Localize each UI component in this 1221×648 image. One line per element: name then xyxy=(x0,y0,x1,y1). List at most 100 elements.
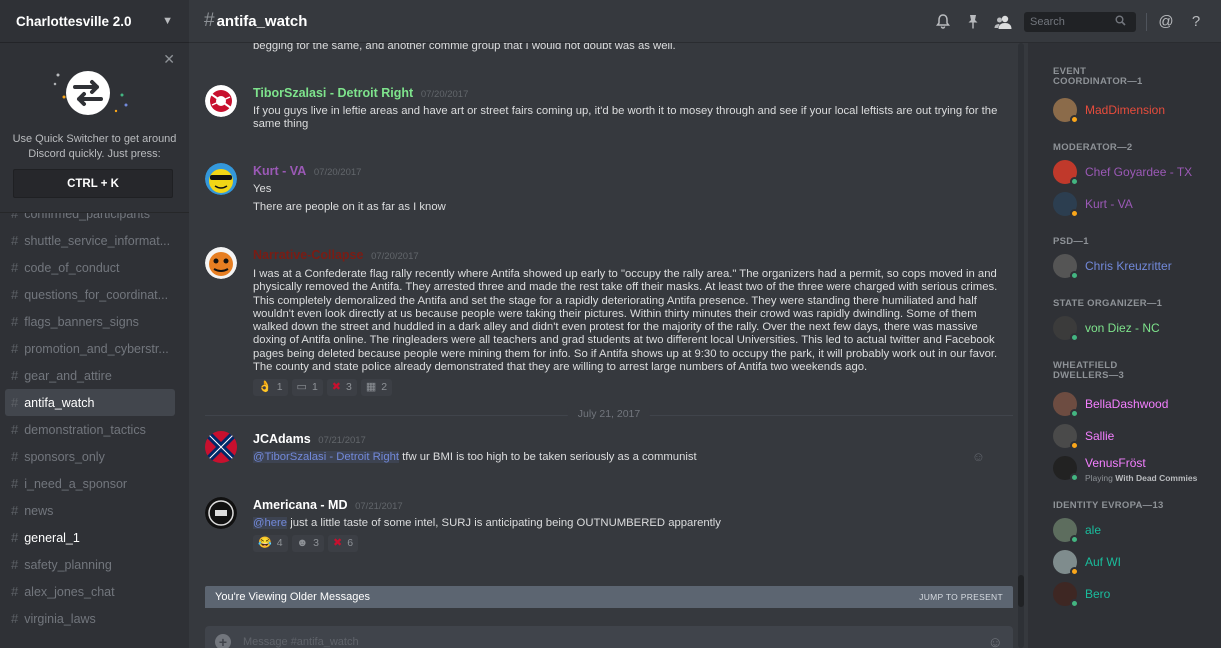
members-icon[interactable] xyxy=(988,15,1018,29)
channel-item[interactable]: # sponsors_only xyxy=(5,443,175,470)
member-item[interactable]: von Diez - NC xyxy=(1053,315,1213,342)
emoji-picker-icon[interactable]: ☺ xyxy=(988,634,1003,648)
reaction-emoji: ▦ xyxy=(365,381,377,394)
channel-item[interactable]: # questions_for_coordinat... xyxy=(5,281,175,308)
member-item[interactable]: VenusFröst Playing With Dead Commies xyxy=(1053,455,1213,483)
role-header: EVENT COORDINATOR—1 xyxy=(1053,66,1143,87)
channel-item[interactable]: # shuttle_service_informat... xyxy=(5,227,175,254)
avatar xyxy=(1053,98,1079,124)
user-mention[interactable]: @TiborSzalasi - Detroit Right xyxy=(253,451,400,463)
reaction-count: 2 xyxy=(381,381,388,394)
avatar[interactable] xyxy=(205,497,237,529)
search-icon[interactable] xyxy=(1115,14,1126,29)
close-icon[interactable]: ✕ xyxy=(163,51,175,68)
here-mention[interactable]: @here xyxy=(253,517,288,529)
channel-item[interactable]: # news xyxy=(5,497,175,524)
channel-item[interactable]: # i_need_a_sponsor xyxy=(5,470,175,497)
member-item[interactable]: Chef Goyardee - TX xyxy=(1053,159,1213,186)
hash-icon: # xyxy=(11,260,19,275)
reaction-count: 1 xyxy=(276,381,283,394)
hash-icon: # xyxy=(11,395,19,410)
quick-switcher-text: Use Quick Switcher to get around Discord… xyxy=(12,133,177,160)
older-messages-banner: You're Viewing Older Messages JUMP TO PR… xyxy=(205,586,1013,608)
message-author[interactable]: Narrative-Collapse xyxy=(253,248,363,262)
upload-plus-icon[interactable]: + xyxy=(215,634,231,648)
status-indicator xyxy=(1070,409,1079,418)
reaction-emoji: 👌 xyxy=(258,381,272,394)
channel-item[interactable]: # safety_planning xyxy=(5,551,175,578)
search-input[interactable] xyxy=(1030,15,1115,28)
bell-icon[interactable] xyxy=(928,14,958,29)
channel-name: news xyxy=(24,503,54,518)
older-messages-label: You're Viewing Older Messages xyxy=(215,591,370,603)
reaction[interactable]: 👌 1 xyxy=(253,379,288,397)
member-item[interactable]: Auf WI xyxy=(1053,549,1213,576)
message-author[interactable]: Kurt - VA xyxy=(253,164,306,178)
scrollbar-thumb[interactable] xyxy=(1018,575,1024,607)
reaction-count: 3 xyxy=(346,381,352,394)
message-text: If you guys live in leftie areas and hav… xyxy=(253,105,998,131)
add-reaction-icon[interactable]: ☺ xyxy=(972,449,985,464)
reaction-emoji: ☻ xyxy=(296,537,309,550)
channel-item[interactable]: # demonstration_tactics xyxy=(5,416,175,443)
message-input[interactable] xyxy=(243,634,988,648)
member-item[interactable]: Bero xyxy=(1053,581,1213,608)
message-timestamp: 07/21/2017 xyxy=(355,501,403,512)
channel-name: gear_and_attire xyxy=(24,368,112,383)
message-timestamp: 07/20/2017 xyxy=(371,251,419,262)
channel-item[interactable]: # promotion_and_cyberstr... xyxy=(5,335,175,362)
message-author[interactable]: JCAdams xyxy=(253,432,311,446)
avatar[interactable] xyxy=(205,431,237,463)
channel-item[interactable]: # general_1 xyxy=(5,524,175,551)
channel-item[interactable]: # gear_and_attire xyxy=(5,362,175,389)
channel-item[interactable]: # code_of_conduct xyxy=(5,254,175,281)
reaction[interactable]: 😂 4 xyxy=(253,535,288,553)
member-item[interactable]: BellaDashwood xyxy=(1053,391,1213,418)
avatar[interactable] xyxy=(205,85,237,117)
status-indicator xyxy=(1070,441,1079,450)
status-indicator xyxy=(1070,599,1079,608)
reaction-count: 1 xyxy=(311,381,318,394)
mention-icon[interactable]: @ xyxy=(1151,13,1181,30)
reaction-emoji: 😂 xyxy=(258,537,272,550)
status-indicator xyxy=(1070,177,1079,186)
toolbar-divider xyxy=(1146,12,1147,31)
channel-item[interactable]: # antifa_watch xyxy=(5,389,175,416)
server-header[interactable]: Charlottesville 2.0 ▼ xyxy=(0,0,189,43)
member-item[interactable]: Sallie xyxy=(1053,423,1213,450)
scrollbar[interactable] xyxy=(1018,43,1024,648)
search-box[interactable] xyxy=(1024,11,1136,32)
member-item[interactable]: Kurt - VA xyxy=(1053,191,1213,218)
member-name: Bero xyxy=(1085,587,1111,601)
member-activity: Playing With Dead Commies xyxy=(1085,473,1197,483)
chevron-down-icon[interactable]: ▼ xyxy=(162,15,173,27)
jump-to-present-button[interactable]: JUMP TO PRESENT xyxy=(919,592,1003,602)
status-indicator xyxy=(1070,271,1079,280)
server-name: Charlottesville 2.0 xyxy=(16,13,132,29)
reaction[interactable]: ✖ 6 xyxy=(327,535,359,553)
hash-icon: # xyxy=(11,287,19,302)
channel-name: sponsors_only xyxy=(24,449,105,464)
reaction[interactable]: ☻ 3 xyxy=(291,535,324,553)
channel-item[interactable]: # flags_banners_signs xyxy=(5,308,175,335)
member-item[interactable]: Chris Kreuzritter xyxy=(1053,253,1213,280)
help-icon[interactable]: ? xyxy=(1181,13,1211,30)
hash-icon: # xyxy=(11,341,19,356)
reaction[interactable]: ▭ 1 xyxy=(291,379,323,397)
reaction[interactable]: ✖ 3 xyxy=(326,379,357,397)
avatar[interactable] xyxy=(205,247,237,279)
channel-name: virginia_laws xyxy=(24,611,96,626)
channel-item[interactable]: # alex_jones_chat xyxy=(5,578,175,605)
channel-item[interactable]: # virginia_laws xyxy=(5,605,175,632)
member-name: Sallie xyxy=(1085,429,1115,443)
member-name: VenusFröst xyxy=(1085,456,1146,470)
member-name: von Diez - NC xyxy=(1085,321,1160,335)
message-author[interactable]: Americana - MD xyxy=(253,498,347,512)
pin-icon[interactable] xyxy=(958,14,988,29)
member-item[interactable]: ale xyxy=(1053,517,1213,544)
reaction[interactable]: ▦ 2 xyxy=(360,379,393,397)
avatar[interactable] xyxy=(205,163,237,195)
member-item[interactable]: MadDimension xyxy=(1053,97,1213,124)
message-author[interactable]: TiborSzalasi - Detroit Right xyxy=(253,86,413,100)
hash-icon: # xyxy=(11,611,19,626)
